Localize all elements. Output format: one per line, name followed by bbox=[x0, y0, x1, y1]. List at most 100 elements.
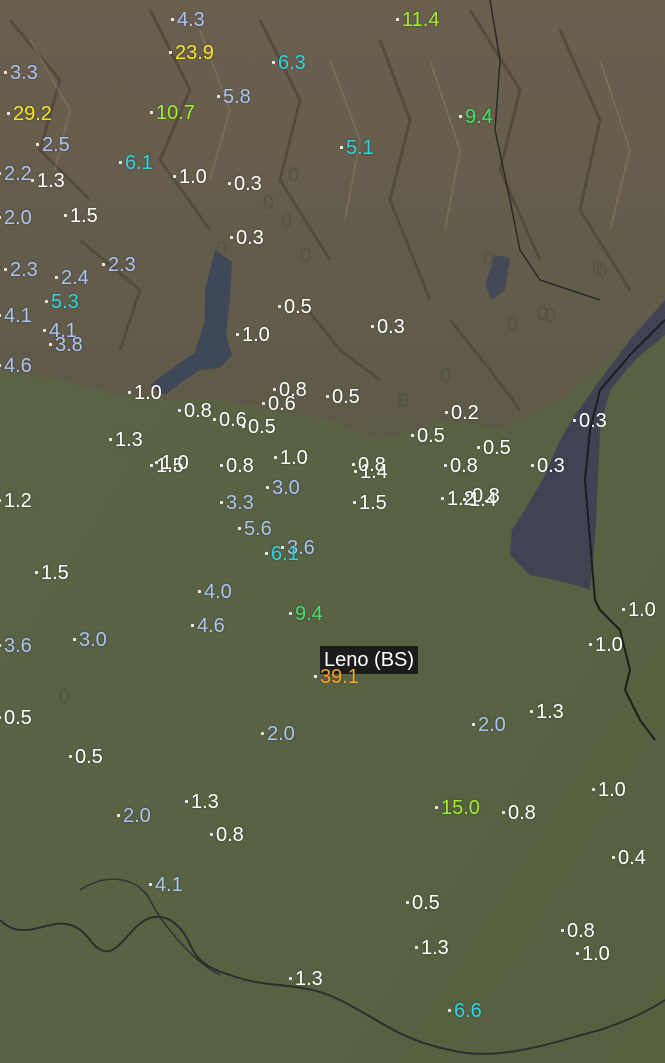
station-dot bbox=[353, 501, 356, 504]
station-dot bbox=[622, 608, 625, 611]
rainfall-value: 1.2 bbox=[4, 490, 32, 512]
rainfall-value: 0.5 bbox=[284, 296, 312, 318]
rainfall-value: 6.6 bbox=[454, 1000, 482, 1022]
rainfall-value: 1.0 bbox=[242, 324, 270, 346]
rainfall-value: 15.0 bbox=[441, 797, 480, 819]
station-dot bbox=[262, 402, 265, 405]
station-dot bbox=[31, 179, 34, 182]
rainfall-value: 2.0 bbox=[478, 714, 506, 736]
rainfall-value: 0.5 bbox=[75, 746, 103, 768]
zero-value-label: 0 bbox=[440, 365, 452, 387]
rainfall-value: 10.7 bbox=[156, 102, 195, 124]
rainfall-value: 0.8 bbox=[358, 454, 386, 476]
station-dot bbox=[4, 268, 7, 271]
rainfall-value: 3.0 bbox=[272, 477, 300, 499]
rainfall-value: 0.8 bbox=[216, 824, 244, 846]
rainfall-value: 2.0 bbox=[123, 805, 151, 827]
rainfall-value: 0.5 bbox=[417, 425, 445, 447]
station-dot bbox=[102, 263, 105, 266]
rainfall-value: 2.3 bbox=[10, 259, 38, 281]
rainfall-value: 23.9 bbox=[175, 42, 214, 64]
station-dot bbox=[396, 18, 399, 21]
rainfall-value: 1.3 bbox=[421, 937, 449, 959]
station-dot bbox=[217, 95, 220, 98]
station-dot bbox=[531, 464, 534, 467]
rainfall-value: 6.3 bbox=[278, 52, 306, 74]
station-dot bbox=[69, 755, 72, 758]
rainfall-value: 1.0 bbox=[161, 452, 189, 474]
station-dot bbox=[592, 788, 595, 791]
station-dot bbox=[561, 929, 564, 932]
rainfall-value: 0.8 bbox=[184, 400, 212, 422]
rainfall-value: 1.0 bbox=[134, 382, 162, 404]
rainfall-value: 1.0 bbox=[280, 447, 308, 469]
station-dot bbox=[149, 883, 152, 886]
station-dot bbox=[238, 527, 241, 530]
rainfall-value: 0.3 bbox=[377, 316, 405, 338]
station-dot bbox=[150, 464, 153, 467]
station-dot bbox=[7, 112, 10, 115]
station-dot bbox=[45, 300, 48, 303]
rainfall-value: 0.3 bbox=[579, 410, 607, 432]
rainfall-value: 3.6 bbox=[4, 635, 32, 657]
rainfall-value: 3.0 bbox=[79, 629, 107, 651]
station-dot bbox=[171, 18, 174, 21]
rainfall-map[interactable]: 4.3 11.4 3.3 23.9 6.3 29.2 10.7 5.8 2.5 5.1 9.4 2.2… bbox=[0, 0, 665, 1063]
station-dot bbox=[415, 946, 418, 949]
rainfall-value: 5.3 bbox=[51, 291, 79, 313]
station-dot bbox=[406, 901, 409, 904]
station-dot bbox=[236, 333, 239, 336]
station-dot bbox=[289, 977, 292, 980]
rainfall-value: 5.6 bbox=[244, 518, 272, 540]
station-dot bbox=[242, 425, 245, 428]
station-dot bbox=[314, 675, 317, 678]
station-dot bbox=[220, 464, 223, 467]
rainfall-value: 0.8 bbox=[567, 920, 595, 942]
station-dot bbox=[213, 418, 216, 421]
station-dot bbox=[472, 723, 475, 726]
station-dot bbox=[155, 461, 158, 464]
rainfall-value: 4.6 bbox=[4, 355, 32, 377]
station-dot bbox=[435, 806, 438, 809]
station-dot bbox=[441, 497, 444, 500]
station-dot bbox=[278, 305, 281, 308]
station-dot bbox=[109, 438, 112, 441]
rainfall-value: 4.6 bbox=[197, 615, 225, 637]
rainfall-value: 1.3 bbox=[536, 701, 564, 723]
rainfall-value: 1.5 bbox=[41, 562, 69, 584]
station-dot bbox=[35, 571, 38, 574]
rainfall-value: 1.3 bbox=[295, 968, 323, 990]
rainfall-value: 4.3 bbox=[177, 9, 205, 31]
zero-value-label: 0 bbox=[288, 164, 300, 186]
zero-value-label: 0 bbox=[300, 245, 312, 267]
rainfall-value: 1.0 bbox=[595, 634, 623, 656]
station-dot bbox=[191, 624, 194, 627]
station-dot bbox=[459, 115, 462, 118]
station-dot bbox=[444, 464, 447, 467]
station-dot bbox=[261, 732, 264, 735]
rainfall-value: 3.8 bbox=[55, 334, 83, 356]
rainfall-value: 2.4 bbox=[61, 267, 89, 289]
rainfall-value: 0.8 bbox=[450, 455, 478, 477]
station-dot bbox=[210, 833, 213, 836]
station-dot bbox=[230, 236, 233, 239]
rainfall-value: 0.8 bbox=[508, 802, 536, 824]
station-dot bbox=[43, 329, 46, 332]
rainfall-value: 2.0 bbox=[4, 207, 32, 229]
station-dot bbox=[477, 446, 480, 449]
station-dot bbox=[73, 638, 76, 641]
rainfall-value: 0.5 bbox=[4, 707, 32, 729]
station-dot bbox=[448, 1009, 451, 1012]
zero-value-label: 0 bbox=[596, 260, 608, 282]
zero-value-label: 0 bbox=[507, 313, 519, 335]
station-dot bbox=[354, 470, 357, 473]
station-dot bbox=[150, 111, 153, 114]
rainfall-value: 1.5 bbox=[70, 205, 98, 227]
station-dot bbox=[178, 409, 181, 412]
rainfall-value: 1.3 bbox=[37, 170, 65, 192]
rainfall-value: 1.0 bbox=[582, 943, 610, 965]
rainfall-value: 1.0 bbox=[179, 166, 207, 188]
rainfall-value: 0.5 bbox=[412, 892, 440, 914]
rainfall-value: 5.1 bbox=[346, 137, 374, 159]
station-dot bbox=[64, 214, 67, 217]
